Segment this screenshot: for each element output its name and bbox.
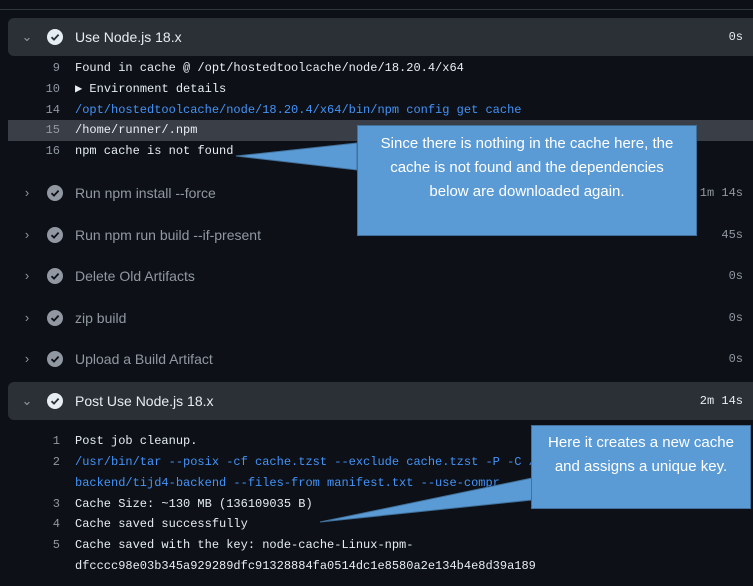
callout-cache-created: Here it creates a new cache and assigns …	[531, 425, 751, 509]
callout-cache-not-found: Since there is nothing in the cache here…	[357, 125, 697, 236]
callout-text: Here it creates a new cache and assigns …	[548, 434, 734, 475]
callout-text: Since there is nothing in the cache here…	[380, 135, 674, 200]
